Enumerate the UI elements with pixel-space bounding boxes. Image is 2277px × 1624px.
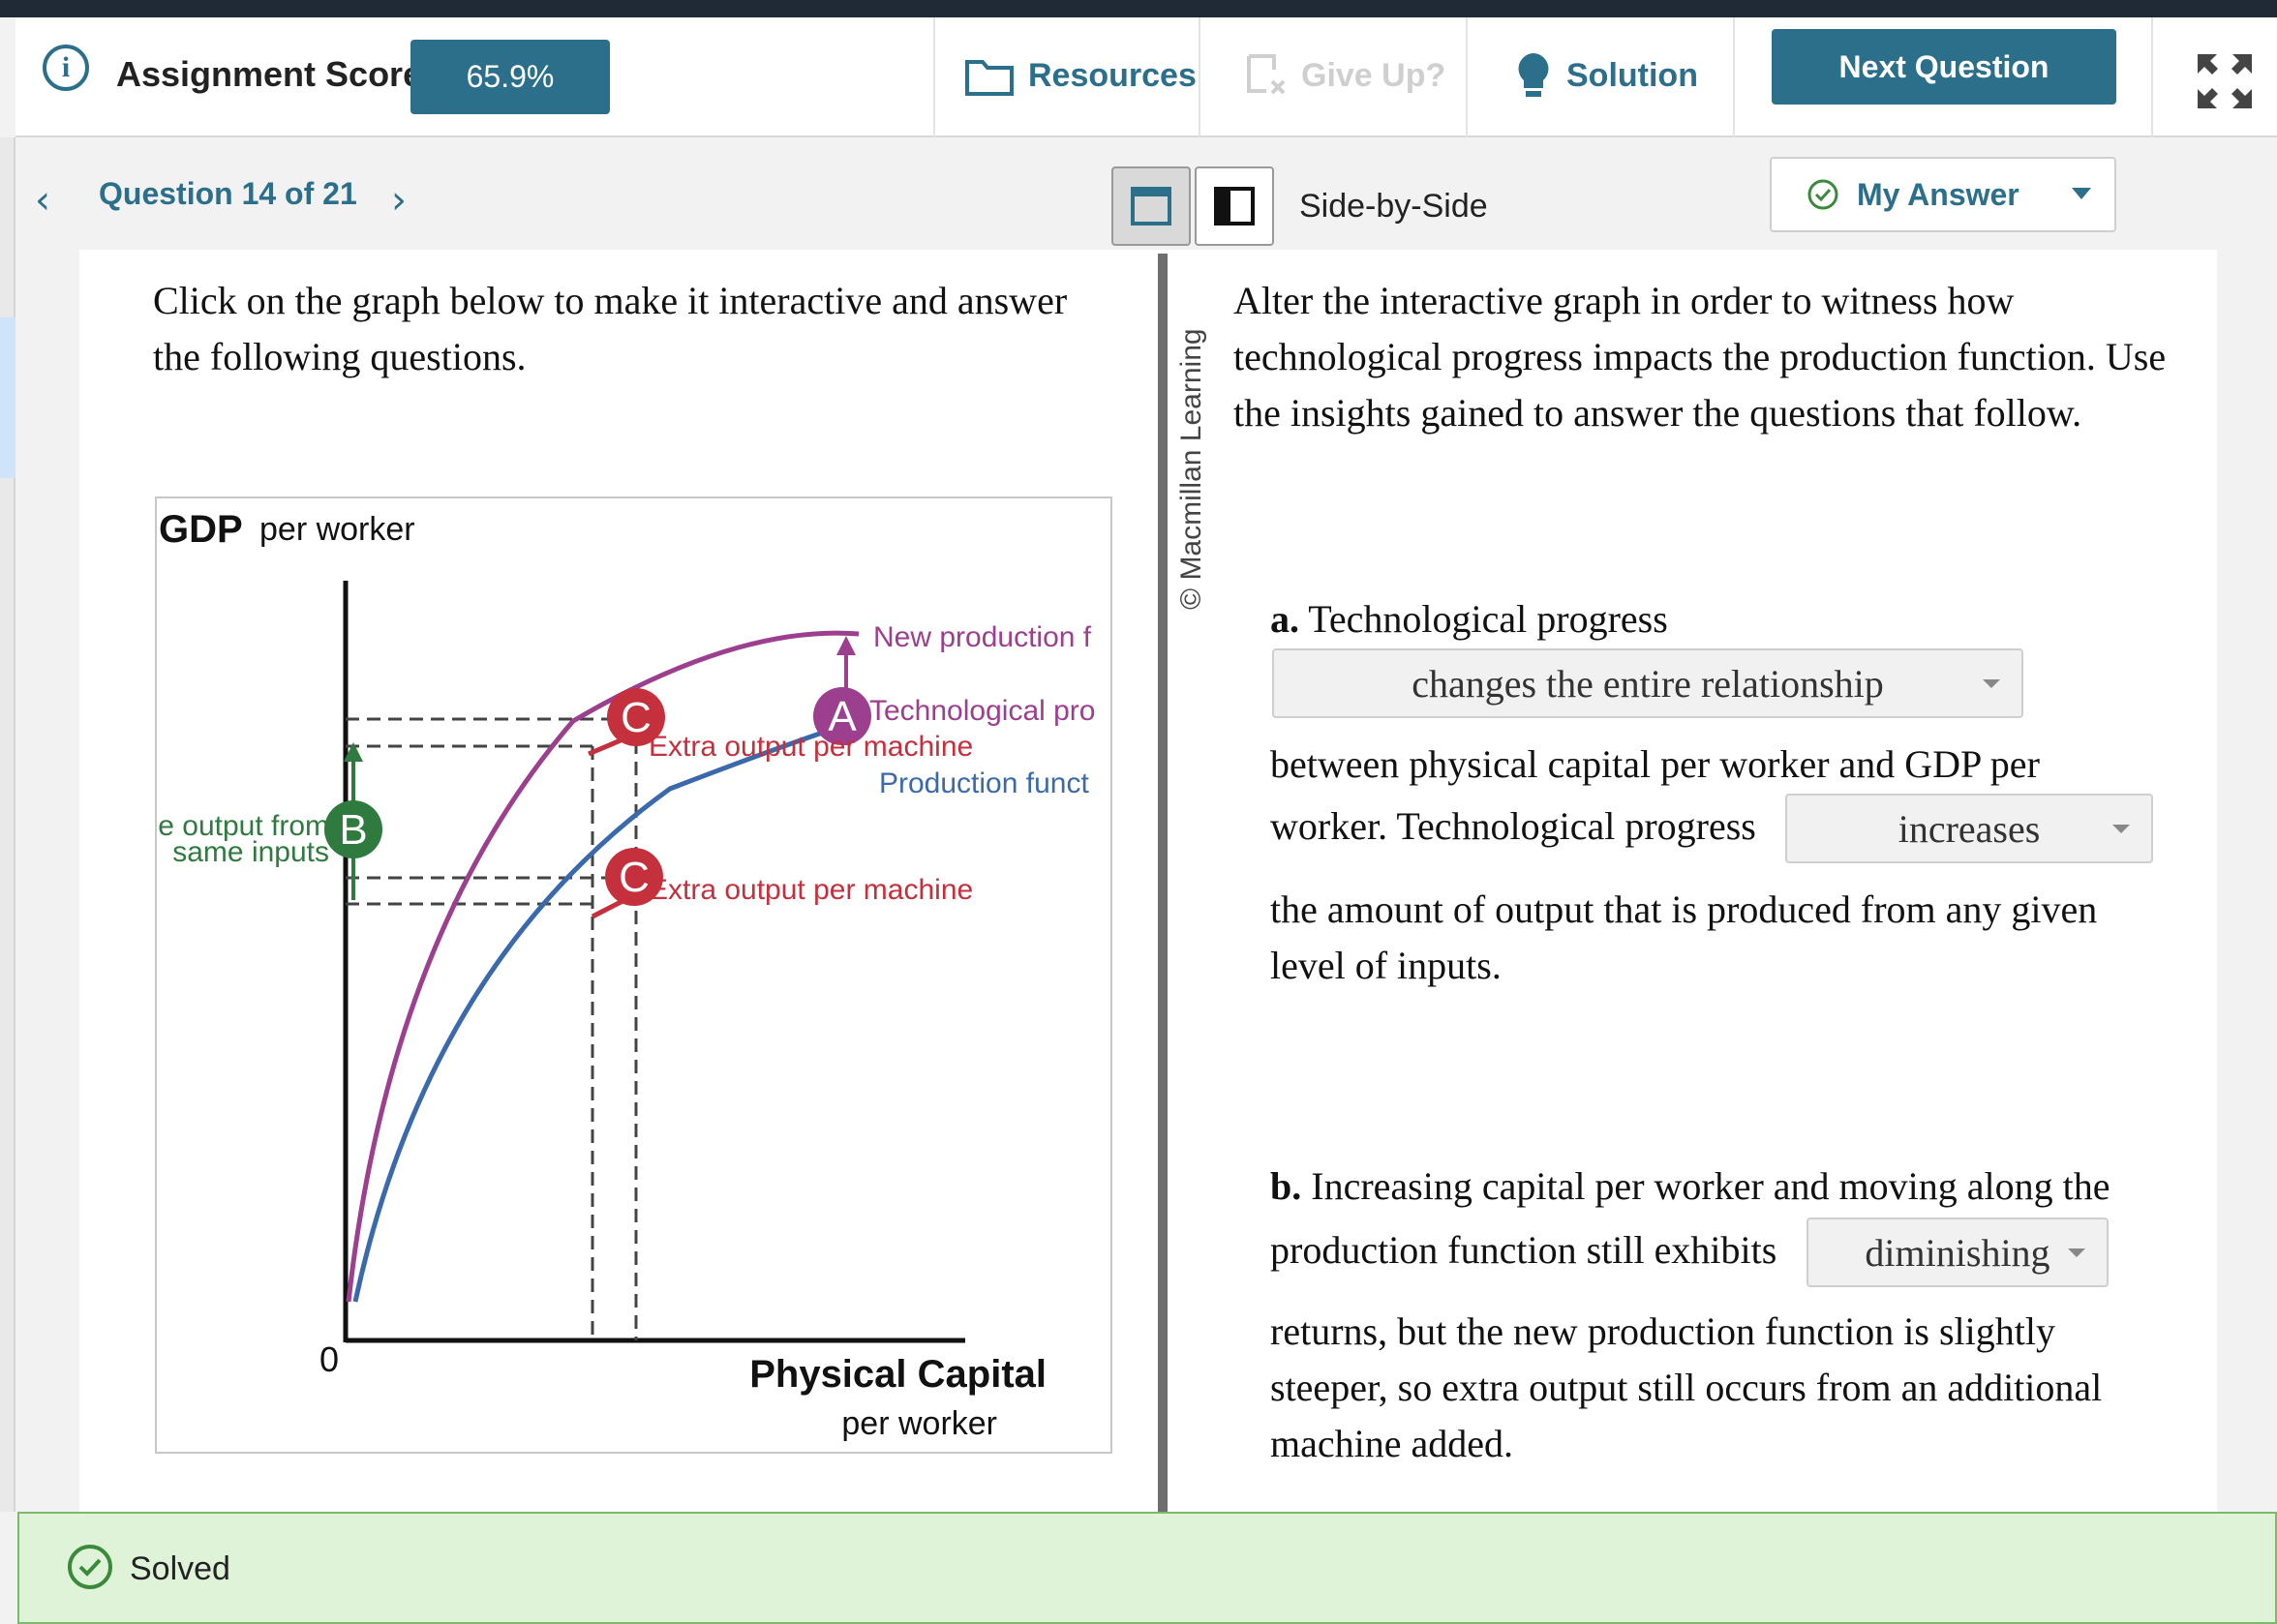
badge-b[interactable]: B — [324, 800, 382, 858]
side-by-side-layout-button[interactable] — [1195, 166, 1274, 246]
interactive-graph[interactable]: GDP per worker 0 A B C C New production … — [155, 496, 1112, 1454]
part-b-line3: returns, but the new production function… — [1270, 1309, 2055, 1353]
check-circle-icon — [1807, 179, 1838, 210]
tech-shift-arrowhead — [836, 636, 856, 655]
next-question-icon[interactable]: › — [391, 178, 407, 223]
resources-label: Resources — [1028, 56, 1197, 94]
question-nav-bar: ‹ Question 14 of 21 › Side-by-Side My An… — [15, 137, 2277, 250]
part-b-line1-text: Increasing capital per worker and moving… — [1311, 1164, 2110, 1208]
x-axis-title: Physical Capital — [749, 1353, 1047, 1396]
layout-label: Side-by-Side — [1299, 188, 1488, 225]
production-function-graph[interactable]: GDP per worker 0 A B C C New production … — [157, 498, 1110, 1452]
extra-output-label-lower: Extra output per machine — [649, 874, 973, 906]
assignment-score-badge: 65.9% — [410, 40, 610, 114]
dropdown-caret-icon — [2112, 825, 2130, 833]
copyright-credit: © Macmillan Learning — [1175, 328, 1207, 610]
header-divider — [933, 17, 935, 137]
solved-banner: Solved — [17, 1512, 2277, 1624]
part-b-line4: steeper, so extra output still occurs fr… — [1270, 1366, 2103, 1409]
header-divider — [1466, 17, 1468, 137]
question-intro: Alter the interactive graph in order to … — [1233, 279, 2167, 435]
single-layout-icon — [1131, 187, 1171, 226]
part-a-prefix: a. — [1270, 597, 1299, 641]
dropdown-caret-icon — [2068, 1248, 2085, 1257]
part-a-line5: level of inputs. — [1270, 944, 1502, 987]
check-circle-icon — [68, 1545, 112, 1589]
left-rail-highlight — [0, 317, 15, 478]
part-a-line1: a. Technological progress — [1270, 596, 1668, 642]
split-layout-icon — [1214, 187, 1255, 226]
technological-progress-label: Technological pro — [869, 695, 1095, 727]
production-function-curve[interactable] — [352, 716, 865, 1303]
give-up-label: Give Up? — [1301, 56, 1446, 94]
previous-question-icon[interactable]: ‹ — [35, 178, 50, 223]
badge-b-letter: B — [339, 806, 367, 854]
part-b-select-returns[interactable]: diminishing — [1806, 1218, 2109, 1287]
part-a-line2: between physical capital per worker and … — [1270, 742, 2040, 786]
info-icon[interactable]: i — [43, 45, 89, 91]
lightbulb-icon — [1518, 53, 1549, 97]
folder-icon — [965, 60, 1014, 96]
part-a-select-direction[interactable]: increases — [1785, 794, 2153, 863]
part-a-select-relationship[interactable]: changes the entire relationship — [1272, 648, 2023, 718]
part-a-line3: worker. Technological progress — [1270, 804, 1756, 848]
part-a-select-direction-value: increases — [1898, 806, 2041, 851]
badge-c-lower-letter: C — [619, 854, 650, 901]
part-b-line1: b. Increasing capital per worker and mov… — [1270, 1163, 2110, 1209]
part-b-prefix: b. — [1270, 1164, 1302, 1208]
header-divider — [2151, 17, 2153, 137]
top-strip — [0, 0, 2277, 17]
assignment-score-label: Assignment Score: — [116, 54, 435, 94]
resources-button[interactable]: Resources — [964, 45, 1197, 106]
panel-divider[interactable] — [1158, 254, 1168, 1512]
y-axis-title-bold: GDP — [159, 508, 243, 551]
fullscreen-icon[interactable] — [2196, 52, 2254, 110]
my-answer-dropdown[interactable]: My Answer — [1770, 157, 2116, 232]
header-divider — [1199, 17, 1200, 137]
solution-button[interactable]: Solution — [1514, 45, 1698, 106]
part-b-line5: machine added. — [1270, 1422, 1513, 1465]
next-question-button[interactable]: Next Question — [1772, 29, 2116, 105]
part-b-select-returns-value: diminishing — [1865, 1230, 2050, 1275]
question-counter: Question 14 of 21 — [99, 176, 357, 211]
extra-output-label-upper: Extra output per machine — [649, 731, 973, 763]
new-production-function-label: New production f — [873, 621, 1092, 653]
part-a-line4: the amount of output that is produced fr… — [1270, 887, 2098, 931]
header-divider — [1733, 17, 1735, 137]
graph-instructions: Click on the graph below to make it inte… — [153, 279, 1068, 378]
my-answer-label: My Answer — [1857, 176, 2019, 212]
part-b-line2: production function still exhibits — [1270, 1228, 1777, 1272]
single-column-layout-button[interactable] — [1111, 166, 1191, 246]
guide-lines — [346, 717, 638, 1340]
part-a-line1-text: Technological progress — [1308, 597, 1668, 641]
badge-c-upper-letter: C — [621, 694, 652, 741]
dropdown-caret-icon — [1983, 679, 2000, 688]
part-a-select-relationship-value: changes the entire relationship — [1412, 661, 1884, 706]
give-up-button[interactable]: Give Up? — [1245, 45, 1445, 106]
give-up-icon — [1247, 54, 1286, 95]
origin-label: 0 — [319, 1339, 339, 1379]
x-axis-subtitle: per worker — [841, 1405, 997, 1442]
extra-output-step-lower — [591, 897, 626, 919]
y-axis-title-rest: per worker — [259, 511, 415, 548]
solution-label: Solution — [1566, 56, 1698, 94]
production-function-label: Production funct — [879, 767, 1089, 799]
more-output-label-line2: same inputs — [172, 836, 329, 868]
caret-down-icon — [2071, 188, 2091, 199]
header-bar: i Assignment Score: 65.9% Resources Give… — [15, 17, 2277, 137]
solved-label: Solved — [130, 1550, 230, 1587]
